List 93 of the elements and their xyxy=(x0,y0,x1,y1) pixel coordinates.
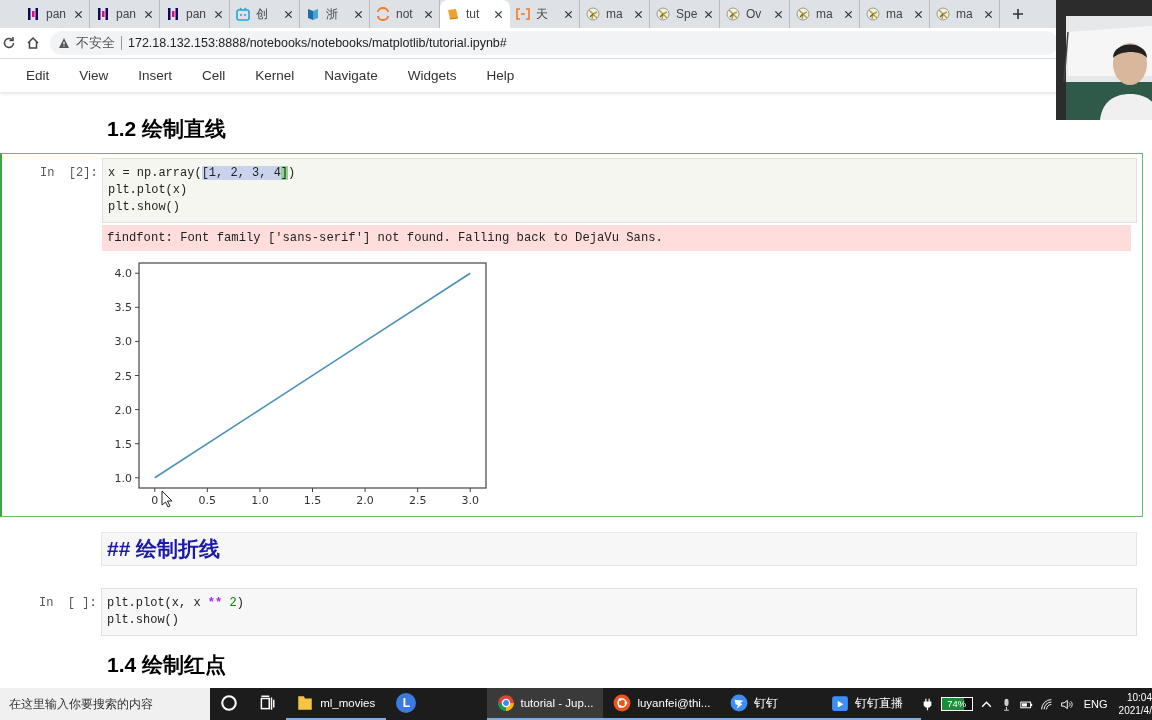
x-tick-label: 1.5 xyxy=(303,494,322,507)
y-tick-label: 1.0 xyxy=(114,471,132,485)
reload-icon[interactable] xyxy=(2,36,16,50)
round-logo-icon xyxy=(796,7,810,21)
menu-item[interactable]: Help xyxy=(486,68,515,83)
round-logo-icon xyxy=(726,7,740,21)
play-calendar-icon xyxy=(830,694,849,712)
menu-item[interactable]: Cell xyxy=(202,68,226,83)
x-tick-label: 2.0 xyxy=(356,494,374,507)
cursor-icon xyxy=(161,490,173,508)
x-tick-label: 3.0 xyxy=(461,494,479,507)
section-heading: 1.4 绘制红点 xyxy=(106,652,228,678)
input-language[interactable]: ENG xyxy=(1083,698,1108,710)
code-cell[interactable]: In [ ]: plt.plot(x, x ** 2) plt.show() xyxy=(0,583,1143,641)
taskbar-app[interactable]: luyanfei@thi... xyxy=(603,688,721,720)
x-tick-label: 2.5 xyxy=(408,494,427,507)
input-prompt: In [2]: xyxy=(39,165,97,182)
clock-time[interactable]: 10:04 xyxy=(1126,691,1152,704)
taskbar-app[interactable]: 钉钉直播 xyxy=(820,688,921,720)
y-tick-label: 2.0 xyxy=(114,403,132,417)
new-tab-icon[interactable] xyxy=(1012,8,1024,20)
y-tick-label: 2.5 xyxy=(114,369,132,383)
wifi-icon[interactable] xyxy=(1039,697,1053,711)
close-icon[interactable] xyxy=(144,9,153,19)
code-line: plt.plot(x) xyxy=(108,182,189,199)
y-tick-label: 4.0 xyxy=(114,267,132,281)
menu-item[interactable]: Widgets xyxy=(407,68,457,83)
close-icon[interactable] xyxy=(214,9,223,19)
bars-icon xyxy=(26,7,40,21)
close-icon[interactable] xyxy=(354,9,363,19)
app-letter-icon: L xyxy=(396,693,417,713)
y-tick-label: 3.0 xyxy=(114,335,132,349)
notebook-icon xyxy=(446,7,460,21)
task-view-icon xyxy=(258,694,277,712)
close-icon[interactable] xyxy=(844,9,853,19)
code-line: plt.show() xyxy=(108,199,181,216)
menu-item[interactable]: Kernel xyxy=(255,68,295,83)
markdown-editor[interactable]: ## 绘制折线 xyxy=(101,532,1137,566)
code-line: plt.plot(x, x ** 2) xyxy=(107,595,245,612)
x-tick-label: 0 xyxy=(151,494,159,507)
x-tick-label: 0.5 xyxy=(198,494,217,507)
close-icon[interactable] xyxy=(424,9,433,19)
round-logo-icon xyxy=(936,7,950,21)
y-tick-label: 3.5 xyxy=(114,301,132,315)
warning-icon xyxy=(58,37,70,49)
close-icon[interactable] xyxy=(984,9,993,19)
tv-icon xyxy=(236,7,250,21)
close-icon[interactable] xyxy=(704,9,713,19)
clock-date[interactable]: 2021/4/ xyxy=(1118,704,1152,717)
taskbar-app[interactable]: L xyxy=(386,688,487,720)
code-editor[interactable]: x = np.array([1, 2, 3, 4]) plt.plot(x) plt.show() xyxy=(102,158,1137,223)
menu-item[interactable]: Insert xyxy=(138,68,173,83)
close-icon[interactable] xyxy=(914,9,923,19)
taskbar-app[interactable]: 钉钉 xyxy=(720,688,821,720)
round-logo-icon xyxy=(866,7,880,21)
code-cell[interactable]: In [2]: x = np.array([1, 2, 3, 4]) plt.plot(x) plt.show() findfont: Font family ['sans-serif'] not found. Falling back to DejaVu Sans. 0 0.5 1.0 1.5 2.0 2.5 3.0 1.0 1.5 2.0 2.5 3.0 3.5 4.0 xyxy=(0,153,1143,517)
browser-tab[interactable]: tut xyxy=(440,0,510,28)
taskbar-app[interactable]: tutorial - Jup... xyxy=(486,688,604,720)
code-line: x = np.array([1, 2, 3, 4]) xyxy=(108,165,297,182)
home-icon[interactable] xyxy=(26,36,40,50)
close-icon[interactable] xyxy=(494,9,503,19)
code-line: plt.show() xyxy=(107,612,180,629)
book-icon xyxy=(306,7,320,21)
folder-icon xyxy=(296,694,315,712)
x-tick-label: 1.0 xyxy=(251,494,269,507)
taskbar-search-field[interactable]: 在这里输入你要搜索的内容 xyxy=(0,688,211,720)
input-prompt: In [ ]: xyxy=(38,595,96,612)
round-logo-icon xyxy=(586,7,600,21)
close-icon[interactable] xyxy=(74,9,83,19)
close-icon[interactable] xyxy=(564,9,573,19)
bracket-icon xyxy=(516,7,530,21)
close-icon[interactable] xyxy=(634,9,643,19)
round-logo-icon xyxy=(656,7,670,21)
circle-icon xyxy=(220,694,239,712)
menu-item[interactable]: Edit xyxy=(26,68,50,83)
speaker-icon[interactable] xyxy=(1059,697,1073,711)
taskbar-app[interactable]: ml_movies xyxy=(286,688,387,720)
code-editor[interactable]: plt.plot(x, x ** 2) plt.show() xyxy=(101,588,1137,636)
section-heading: 1.2 绘制直线 xyxy=(106,116,228,142)
address-field[interactable]: 不安全 172.18.132.153:8888/notebooks/notebooks/matplotlib/tutorial.ipynb# xyxy=(50,31,1058,55)
chrome-icon xyxy=(496,694,515,712)
menu-item[interactable]: View xyxy=(79,68,109,83)
jupyter-icon xyxy=(376,7,390,21)
error-output: findfont: Font family ['sans-serif'] not found. Falling back to DejaVu Sans. xyxy=(102,225,1131,251)
ubuntu-icon xyxy=(613,694,632,712)
battery-meter: 74% xyxy=(940,697,973,711)
close-icon[interactable] xyxy=(774,9,783,19)
y-tick-label: 1.5 xyxy=(114,437,132,451)
menu-item[interactable]: Navigate xyxy=(324,68,378,83)
bars-icon xyxy=(96,7,110,21)
bars-icon xyxy=(166,7,180,21)
wing-icon xyxy=(730,694,749,712)
close-icon[interactable] xyxy=(284,9,293,19)
